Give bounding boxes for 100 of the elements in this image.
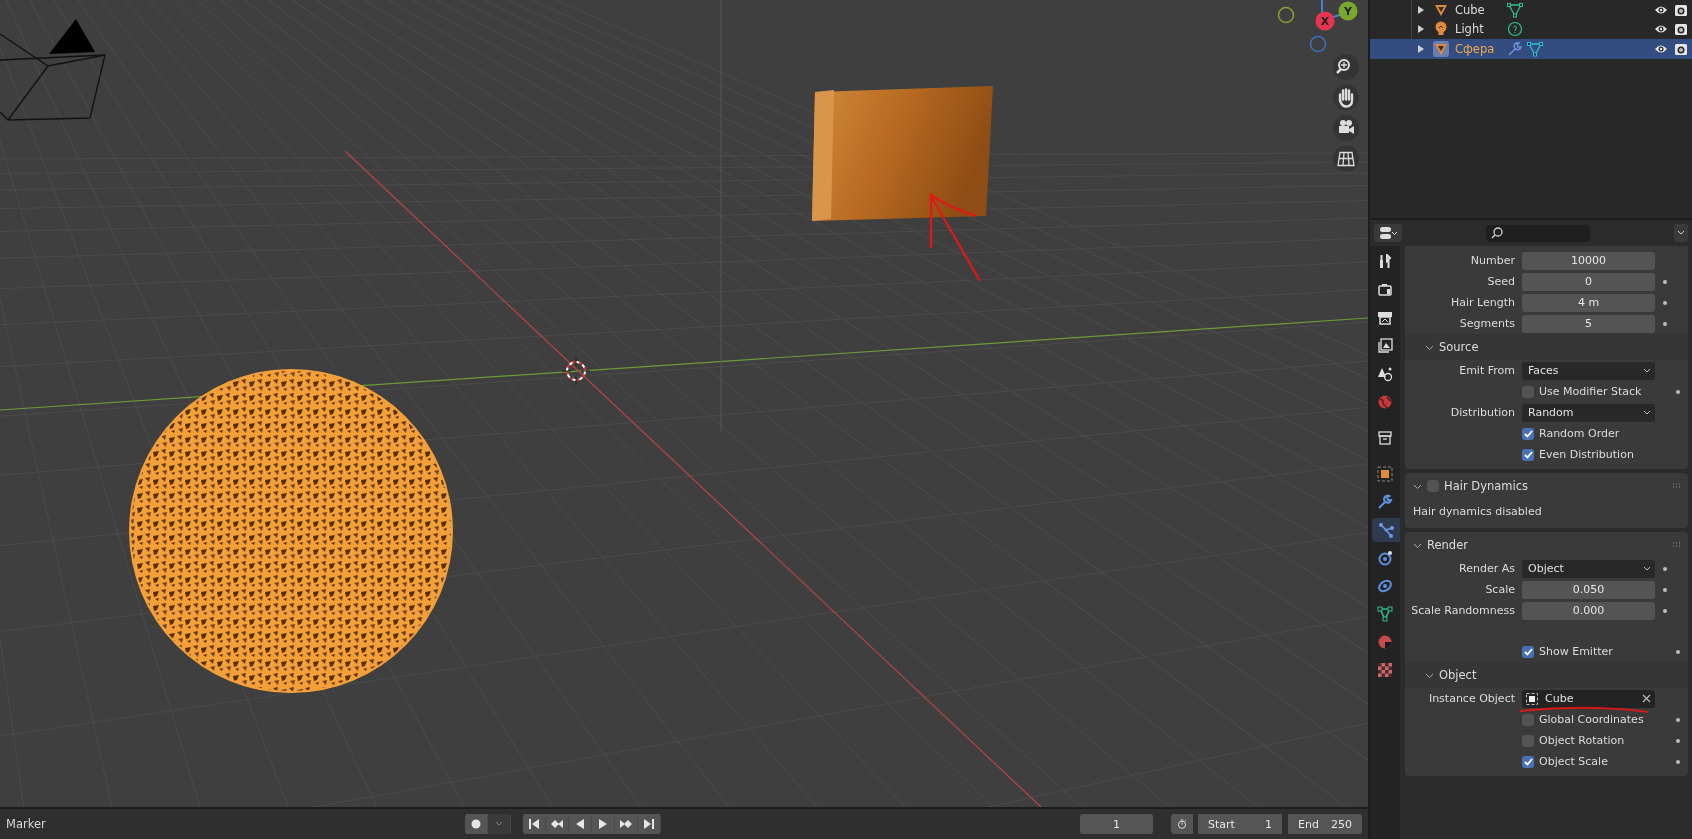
prev-keyframe-icon [550, 818, 563, 830]
checkbox[interactable] [1522, 427, 1534, 440]
box-icon [1377, 430, 1393, 446]
field-label: Distribution [1449, 406, 1516, 419]
caret-icon [1677, 230, 1685, 236]
drag-handle-icon[interactable] [1672, 542, 1682, 548]
axis-handle[interactable] [1277, 6, 1295, 24]
outliner-row[interactable]: Cube [1370, 0, 1692, 20]
checkbox[interactable] [1522, 448, 1534, 461]
keyframe-dot[interactable] [1663, 300, 1667, 305]
check-icon [1523, 647, 1533, 656]
field-label: Instance Object [1427, 692, 1516, 705]
expand-arrow-icon[interactable] [1418, 44, 1424, 53]
object-name: Cube [1455, 2, 1486, 17]
camera-icon[interactable] [1674, 22, 1688, 37]
subpanel-title[interactable]: Object [1439, 668, 1477, 682]
keyframe-dot[interactable] [1676, 649, 1680, 654]
next-keyframe-button[interactable] [614, 814, 637, 834]
checkbox[interactable] [1522, 713, 1534, 726]
tool-icon [1377, 254, 1393, 270]
keyframe-dot[interactable] [1663, 608, 1667, 613]
checkbox-label: Object Scale [1539, 755, 1608, 768]
number-field[interactable]: 10000 [1522, 251, 1655, 270]
expand-arrow-icon[interactable] [1418, 25, 1424, 34]
options-dropdown[interactable] [1674, 224, 1688, 242]
panel-title[interactable]: Render [1427, 538, 1468, 552]
play-reverse-button[interactable] [568, 814, 591, 834]
scene-icon [1377, 366, 1393, 382]
checkbox-label: Random Order [1539, 427, 1620, 440]
start-frame-field[interactable]: Start 1 [1198, 814, 1282, 834]
axis-handle[interactable] [1309, 35, 1327, 53]
object-name: Cube [1545, 692, 1574, 705]
field-label: Scale Randomness [1410, 604, 1516, 617]
checkbox[interactable] [1522, 645, 1534, 658]
jump-start-button[interactable] [522, 814, 545, 834]
keyframe-dot[interactable] [1663, 279, 1667, 284]
wrench-icon [1377, 494, 1393, 510]
play-button[interactable] [591, 814, 614, 834]
pan-button[interactable] [1333, 84, 1359, 111]
camera-view-button[interactable] [1333, 115, 1359, 141]
drag-handle-icon[interactable] [1672, 483, 1682, 489]
panel-title[interactable]: Hair Dynamics [1444, 479, 1528, 493]
camera-icon[interactable] [1674, 2, 1688, 17]
checkbox-label: Object Rotation [1539, 734, 1625, 747]
axis-ball[interactable]: X [1315, 11, 1335, 31]
keyframe-dot[interactable] [1676, 389, 1680, 394]
image-stack-icon [1377, 338, 1393, 354]
number-field[interactable]: 0.000 [1522, 601, 1655, 620]
check-icon [1523, 450, 1533, 459]
number-field[interactable]: 4 m [1522, 293, 1655, 312]
zoom-button[interactable] [1333, 54, 1359, 80]
record-icon [470, 819, 481, 829]
checkbox-label: Even Distribution [1539, 448, 1634, 461]
start-label: Start [1208, 817, 1235, 831]
play-icon [596, 818, 609, 830]
number-field[interactable]: 0 [1522, 272, 1655, 291]
keyframe-dot[interactable] [1663, 321, 1667, 326]
dropdown-value: Faces [1528, 364, 1559, 377]
marker-menu[interactable]: Marker [6, 817, 46, 831]
dropdown-field[interactable]: Random [1522, 403, 1655, 422]
outliner-row[interactable]: Light [1370, 19, 1692, 39]
number-field[interactable]: 0.050 [1522, 580, 1655, 599]
object-name: Light [1455, 22, 1485, 37]
editor-type-button[interactable] [1374, 224, 1402, 242]
outliner-row[interactable]: Сфера [1370, 39, 1692, 59]
checkbox[interactable] [1522, 734, 1534, 747]
number-field[interactable]: 5 [1522, 314, 1655, 333]
stopwatch-button[interactable] [1171, 814, 1193, 834]
object-field[interactable]: Cube [1522, 689, 1655, 708]
checkbox[interactable] [1427, 480, 1439, 492]
record-button[interactable] [464, 814, 487, 834]
light-data-icon [1507, 21, 1523, 38]
keyframe-dot[interactable] [1676, 759, 1680, 764]
camera-icon[interactable] [1674, 41, 1688, 56]
checkbox[interactable] [1522, 755, 1534, 768]
keyframe-dot[interactable] [1676, 738, 1680, 743]
dropdown-field[interactable]: Object [1522, 559, 1655, 578]
keyframe-dot[interactable] [1676, 717, 1680, 722]
3d-cursor-icon [561, 356, 591, 386]
keyframe-dot[interactable] [1663, 587, 1667, 592]
ortho-toggle-button[interactable] [1333, 145, 1359, 172]
clear-icon[interactable] [1642, 694, 1651, 703]
subpanel-title[interactable]: Source [1439, 340, 1479, 354]
info-text: Hair dynamics disabled [1412, 504, 1543, 520]
end-frame-field[interactable]: End 250 [1288, 814, 1362, 834]
keyframe-dot[interactable] [1663, 566, 1667, 571]
checkbox-label: Global Coordinates [1539, 713, 1644, 726]
search-field[interactable] [1486, 224, 1590, 242]
expand-arrow-icon[interactable] [1418, 5, 1424, 14]
dropdown-field[interactable]: Faces [1522, 361, 1655, 380]
end-value: 250 [1331, 817, 1352, 831]
jump-end-button[interactable] [637, 814, 660, 834]
axis-ball[interactable]: Y [1338, 1, 1358, 21]
object-square-icon [1526, 692, 1538, 705]
current-frame-field[interactable]: 1 [1080, 814, 1153, 834]
jump-end-icon [642, 818, 655, 830]
field-label: Segments [1458, 317, 1516, 330]
prev-keyframe-button[interactable] [545, 814, 568, 834]
checkbox[interactable] [1522, 385, 1534, 398]
next-keyframe-icon [619, 818, 632, 830]
